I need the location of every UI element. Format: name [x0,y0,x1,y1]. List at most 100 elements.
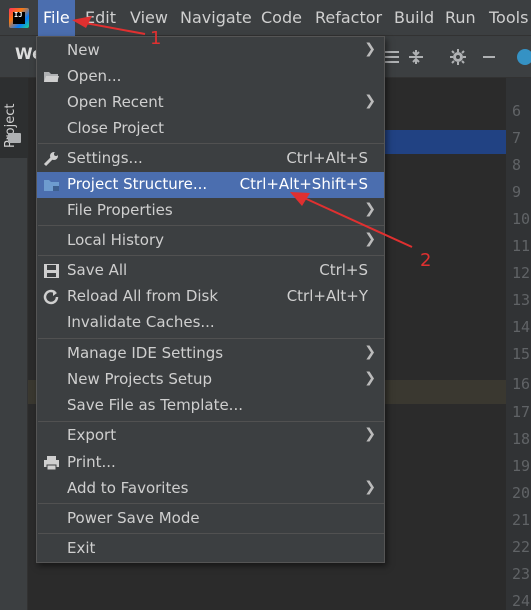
folder-icon [8,133,21,143]
line-number: 14 [512,318,531,336]
line-number: 10 [512,210,531,228]
submenu-arrow-icon: ❯ [364,370,376,386]
minimize-icon[interactable] [480,48,498,66]
collapse-all-icon[interactable] [383,48,401,66]
gear-icon[interactable] [449,48,467,66]
line-number: 24 [512,592,531,610]
menu-separator [38,503,384,504]
menu-item-label: Open Recent [67,93,164,111]
menu-build[interactable]: Build [389,0,439,36]
line-number: 19 [512,457,531,475]
menu-separator [38,143,384,144]
menu-item-manage-ide-settings[interactable]: Manage IDE Settings ❯ [37,341,384,367]
line-number: 15 [512,345,531,363]
line-number: 13 [512,291,531,309]
menu-item-print[interactable]: Print... [37,450,384,476]
annotation-label-2: 2 [420,250,432,271]
menu-refactor[interactable]: Refactor [310,0,387,36]
menu-item-label: Exit [67,539,96,557]
menu-item-file-properties[interactable]: File Properties ❯ [37,198,384,224]
menu-item-power-save-mode[interactable]: Power Save Mode [37,506,384,532]
line-number: 22 [512,538,531,556]
shortcut-label: Ctrl+S [319,261,368,279]
menu-item-label: New [67,41,100,59]
menu-item-exit[interactable]: Exit [37,536,384,562]
menu-item-label: New Projects Setup [67,370,213,388]
project-stripe-tab[interactable]: Project [0,78,28,158]
line-number: 21 [512,511,531,529]
menu-tools[interactable]: Tools [484,0,531,36]
menu-item-save-all[interactable]: Save All Ctrl+S [37,258,384,284]
line-number: 9 [512,183,522,201]
menu-separator [38,338,384,339]
menu-separator [38,255,384,256]
menu-item-open-recent[interactable]: Open Recent ❯ [37,90,384,116]
menu-item-save-as-template[interactable]: Save File as Template... [37,393,384,419]
menu-separator [38,225,384,226]
open-folder-icon [44,72,59,82]
intellij-logo-icon: IJ [9,8,29,28]
menu-separator [38,421,384,422]
menu-separator [38,533,384,534]
selected-tree-row [383,130,506,154]
line-number: 17 [512,403,531,421]
menu-item-label: Manage IDE Settings [67,344,224,362]
menu-item-new-projects-setup[interactable]: New Projects Setup ❯ [37,367,384,393]
line-number: 6 [512,102,522,120]
shortcut-label: Ctrl+Alt+Y [286,287,368,305]
menu-item-label: Export [67,426,117,444]
submenu-arrow-icon: ❯ [364,479,376,495]
submenu-arrow-icon: ❯ [364,231,376,247]
menu-item-open[interactable]: Open... [37,64,384,90]
line-number: 12 [512,264,531,282]
submenu-arrow-icon: ❯ [364,93,376,109]
menu-item-label: Save All [67,261,128,279]
menu-item-add-to-favorites[interactable]: Add to Favorites ❯ [37,476,384,502]
menu-item-settings[interactable]: Settings... Ctrl+Alt+S [37,146,384,172]
file-menu-dropdown: New ❯ Open... Open Recent ❯ Close Projec… [36,36,385,563]
line-number: 8 [512,156,522,174]
menu-file[interactable]: File [38,0,75,36]
shortcut-label: Ctrl+Alt+S [286,149,368,167]
menu-item-label: Reload All from Disk [67,287,219,305]
left-tool-stripe: Project [0,78,28,610]
menu-item-label: Close Project [67,119,164,137]
line-number: 18 [512,430,531,448]
menu-item-local-history[interactable]: Local History ❯ [37,228,384,254]
menu-item-invalidate-caches[interactable]: Invalidate Caches... [37,310,384,336]
menu-item-close-project[interactable]: Close Project [37,116,384,142]
menu-edit[interactable]: Edit [80,0,121,36]
wrench-icon [43,152,58,167]
main-menubar: IJ File Edit View Navigate Code Refactor… [0,0,531,36]
line-number: 11 [512,237,531,255]
annotation-label-1: 1 [150,28,162,49]
project-structure-icon [44,180,59,191]
line-number: 23 [512,565,531,583]
reload-icon [43,289,59,305]
class-file-icon [517,49,531,65]
submenu-arrow-icon: ❯ [364,344,376,360]
menu-item-label: Power Save Mode [67,509,200,527]
line-number: 20 [512,484,531,502]
expand-all-icon[interactable] [407,48,425,66]
shortcut-label: Ctrl+Alt+Shift+S [239,175,368,193]
menu-item-label: Add to Favorites [67,479,189,497]
menu-item-label: Open... [67,67,122,85]
menu-item-label: Save File as Template... [67,396,243,414]
menu-view[interactable]: View [125,0,173,36]
menu-item-label: Invalidate Caches... [67,313,215,331]
menu-item-export[interactable]: Export ❯ [37,423,384,449]
menu-item-project-structure[interactable]: Project Structure... Ctrl+Alt+Shift+S [37,172,384,198]
save-icon [44,264,59,278]
submenu-arrow-icon: ❯ [364,426,376,442]
line-number: 16 [512,375,531,393]
menu-item-label: Local History [67,231,165,249]
menu-item-label: Project Structure... [67,175,208,193]
menu-item-label: Settings... [67,149,143,167]
menu-item-reload-all[interactable]: Reload All from Disk Ctrl+Alt+Y [37,284,384,310]
menu-item-label: Print... [67,453,116,471]
menu-navigate[interactable]: Navigate [175,0,257,36]
menu-run[interactable]: Run [440,0,481,36]
menu-item-new[interactable]: New ❯ [37,38,384,64]
menu-code[interactable]: Code [256,0,307,36]
